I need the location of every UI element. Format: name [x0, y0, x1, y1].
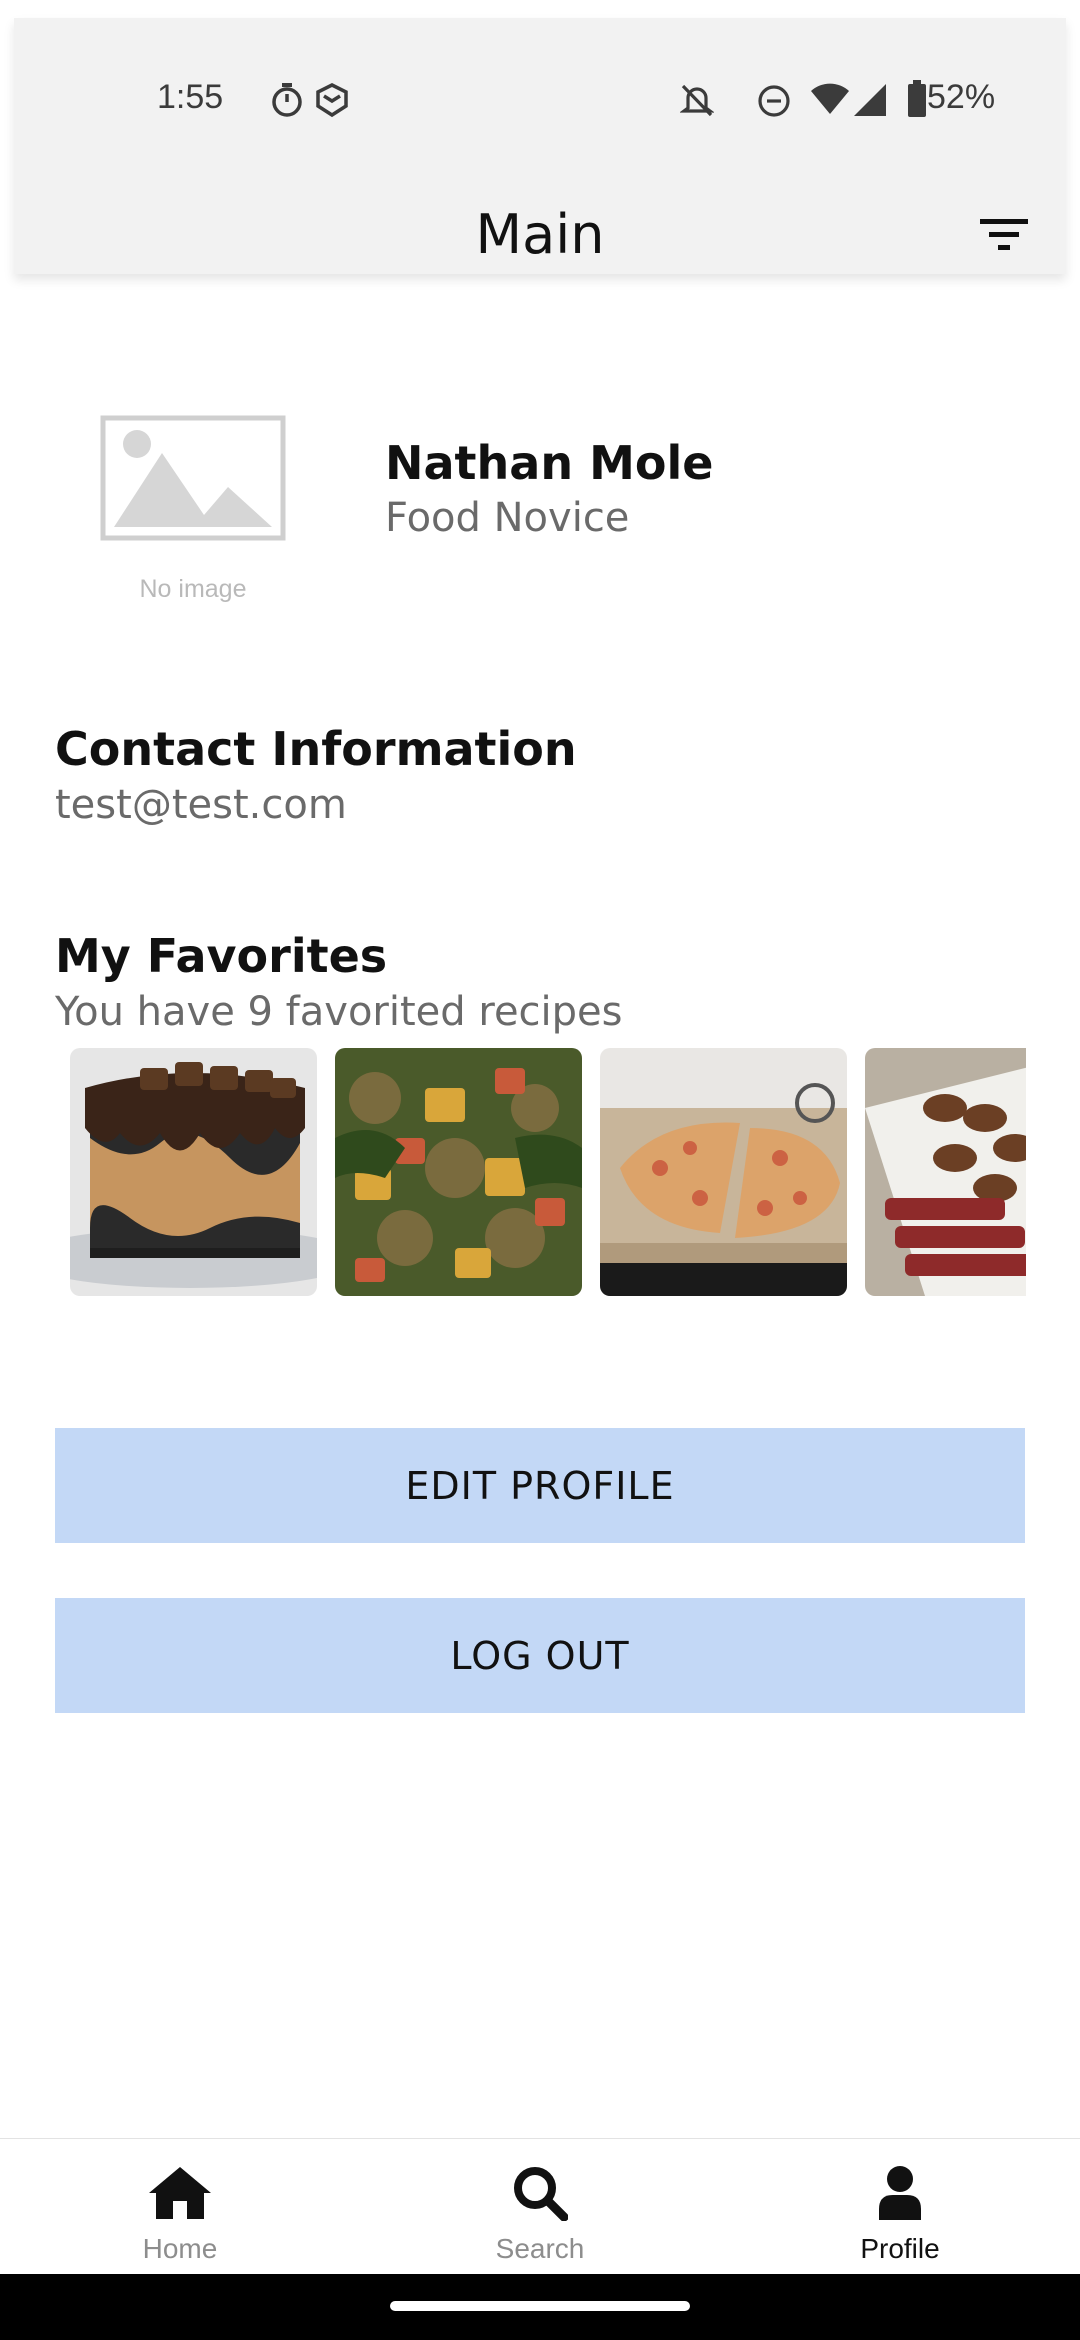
no-image-label: No image: [139, 575, 247, 603]
top-app-bar: 1:55 52% Main: [14, 18, 1066, 274]
nav-item-home[interactable]: Home: [0, 2139, 360, 2275]
shield-app-icon: [314, 82, 350, 122]
bottom-navigation: Home Search Profile: [0, 2138, 1080, 2275]
page-title: Main: [475, 203, 605, 266]
home-icon: [149, 2167, 211, 2219]
do-not-disturb-icon: [757, 84, 791, 122]
timer-icon: [270, 82, 304, 122]
cell-signal-icon: [852, 82, 888, 122]
favorites-count: You have 9 favorited recipes: [55, 989, 623, 1035]
favorite-recipe-thumbnail[interactable]: [70, 1048, 317, 1296]
log-out-button[interactable]: LOG OUT: [55, 1598, 1025, 1713]
person-icon: [879, 2166, 921, 2220]
battery-icon: [907, 80, 927, 122]
filter-button[interactable]: [969, 200, 1039, 270]
contact-email: test@test.com: [55, 782, 347, 828]
search-icon: [514, 2167, 568, 2221]
filter-icon: [980, 219, 1028, 250]
favorite-recipe-thumbnail[interactable]: [600, 1048, 847, 1296]
system-gesture-bar: [0, 2274, 1080, 2340]
favorites-title: My Favorites: [55, 929, 388, 983]
nav-label-search: Search: [495, 2233, 585, 2264]
profile-level: Food Novice: [385, 495, 630, 541]
favorites-carousel[interactable]: [70, 1048, 1026, 1298]
edit-profile-button[interactable]: EDIT PROFILE: [55, 1428, 1025, 1543]
contact-title: Contact Information: [55, 722, 577, 776]
home-gesture-handle[interactable]: [390, 2301, 690, 2311]
nav-item-profile[interactable]: Profile: [720, 2139, 1080, 2275]
bell-off-icon: [679, 82, 715, 122]
nav-label-profile: Profile: [860, 2233, 940, 2264]
favorite-recipe-thumbnail[interactable]: [335, 1048, 582, 1296]
battery-percent: 52%: [927, 78, 996, 116]
nav-item-search[interactable]: Search: [360, 2139, 720, 2275]
nav-label-home: Home: [142, 2233, 218, 2264]
profile-name: Nathan Mole: [385, 436, 714, 490]
wifi-icon: [810, 82, 850, 120]
avatar: [100, 415, 286, 541]
status-bar: 1:55 52%: [14, 18, 1066, 148]
status-time: 1:55: [157, 78, 224, 116]
favorite-recipe-thumbnail[interactable]: [865, 1048, 1026, 1296]
image-placeholder-icon: [100, 415, 286, 541]
